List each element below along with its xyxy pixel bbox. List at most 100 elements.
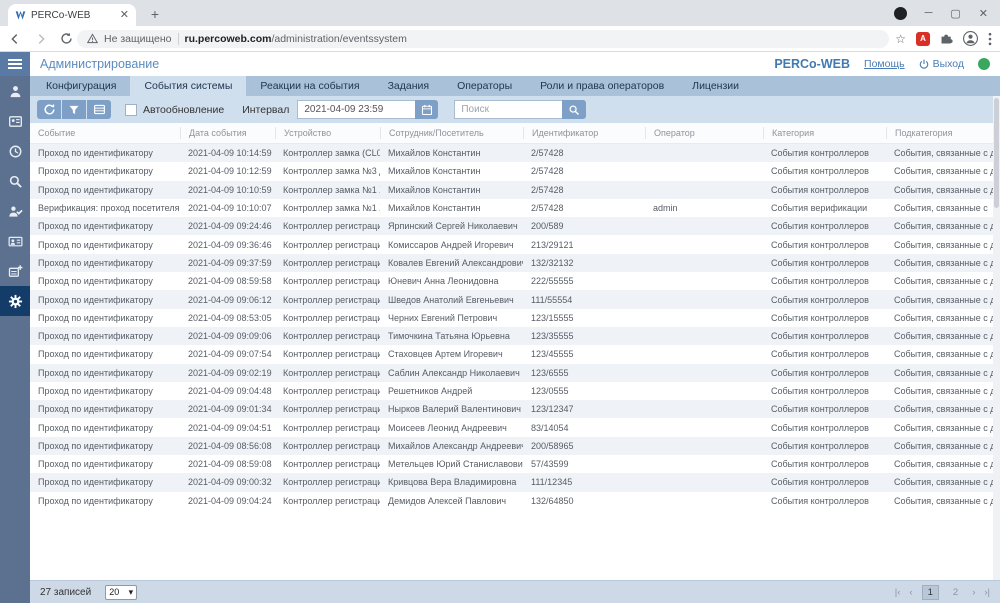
cell-operator: admin [645,203,763,213]
autorefresh-checkbox[interactable] [125,104,137,116]
sidebar-item-pass-order[interactable] [0,256,30,286]
tab-event-reactions[interactable]: Реакции на события [246,76,373,96]
cell-date: 2021-04-09 10:14:59 [180,148,275,158]
sidebar-item-administration[interactable] [0,286,30,316]
tab-system-events[interactable]: События системы [130,76,246,96]
cell-category: События контроллеров [763,404,886,414]
vertical-scrollbar[interactable] [993,96,1000,580]
column-header-event[interactable]: Событие [30,127,180,139]
table-row[interactable]: Проход по идентификатору 2021-04-09 10:1… [30,162,1000,180]
tab-operator-roles[interactable]: Роли и права операторов [526,76,678,96]
table-row[interactable]: Проход по идентификатору 2021-04-09 09:0… [30,327,1000,345]
table-row[interactable]: Проход по идентификатору 2021-04-09 09:0… [30,382,1000,400]
table-row[interactable]: Проход по идентификатору 2021-04-09 09:0… [30,400,1000,418]
address-bar[interactable]: Не защищено ru.percoweb.com/administrati… [77,30,889,48]
page-button-2[interactable]: 2 [948,586,963,599]
new-tab-button[interactable]: + [145,5,165,23]
adobe-extension-icon[interactable]: A [916,32,930,46]
sidebar-item-verification[interactable] [0,196,30,226]
cell-date: 2021-04-09 09:36:46 [180,240,275,250]
sidebar-item-search[interactable] [0,166,30,196]
table-row[interactable]: Проход по идентификатору 2021-04-09 08:5… [30,455,1000,473]
reload-icon[interactable] [60,32,73,45]
table-row[interactable]: Проход по идентификатору 2021-04-09 09:0… [30,345,1000,363]
table-row[interactable]: Проход по идентификатору 2021-04-09 08:5… [30,309,1000,327]
tab-tasks[interactable]: Задания [374,76,444,96]
extensions-puzzle-icon[interactable] [940,32,953,45]
table-row[interactable]: Проход по идентификатору 2021-04-09 09:0… [30,492,1000,510]
sidebar-item-id-card[interactable] [0,106,30,136]
browser-menu-icon[interactable] [988,32,992,46]
tab-close-icon[interactable]: ✕ [120,10,129,21]
sidebar-item-time-tracking[interactable] [0,136,30,166]
columns-button[interactable] [87,100,111,119]
profile-avatar-icon[interactable] [963,31,978,46]
table-row[interactable]: Проход по идентификатору 2021-04-09 10:1… [30,144,1000,162]
tab-operators[interactable]: Операторы [443,76,526,96]
refresh-button[interactable] [37,100,61,119]
scrollbar-thumb[interactable] [994,98,999,208]
cell-device: Контроллер регистрации (ЛИКОН) [275,459,380,469]
column-header-operator[interactable]: Оператор [645,127,763,139]
cell-device: Контроллер регистрации (ЛИКОН) [275,496,380,506]
window-minimize-button[interactable]: ─ [925,7,933,19]
verification-icon [8,204,23,219]
table-row[interactable]: Проход по идентификатору 2021-04-09 08:5… [30,272,1000,290]
bookmark-star-icon[interactable]: ☆ [895,32,906,46]
cell-employee: Михайлов Константин [380,166,523,176]
refresh-icon [43,103,56,116]
cell-date: 2021-04-09 09:06:12 [180,295,275,305]
column-header-category[interactable]: Категория [763,127,886,139]
cell-date: 2021-04-09 10:10:59 [180,185,275,195]
next-page-button[interactable]: › [972,587,975,598]
table-row[interactable]: Проход по идентификатору 2021-04-09 09:3… [30,235,1000,253]
cell-event: Проход по идентификатору [30,185,180,195]
cell-employee: Черних Евгений Петрович [380,313,523,323]
browser-tab[interactable]: PERCo-WEB ✕ [8,4,136,26]
table-row[interactable]: Проход по идентификатору 2021-04-09 09:3… [30,254,1000,272]
window-close-button[interactable]: ✕ [979,7,988,20]
column-header-employee[interactable]: Сотрудник/Посетитель [380,127,523,139]
calendar-button[interactable] [415,100,438,119]
interval-date-input[interactable] [297,100,415,119]
sidebar-item-visitors[interactable] [0,226,30,256]
back-icon[interactable] [8,32,22,46]
menu-toggle-button[interactable] [0,52,30,76]
search-input[interactable] [454,100,562,119]
column-header-identifier[interactable]: Идентификатор [523,127,645,139]
cell-subcategory: События, связанные с доступом по [886,386,1000,396]
column-header-subcategory[interactable]: Подкатегория [886,127,1000,139]
cell-identifier: 132/64850 [523,496,645,506]
tab-licenses[interactable]: Лицензии [678,76,753,96]
sidebar-item-staff[interactable] [0,76,30,106]
prev-page-button[interactable]: ‹ [909,587,912,598]
search-button[interactable] [562,100,586,119]
help-link[interactable]: Помощь [864,58,905,70]
window-maximize-button[interactable]: ▢ [950,7,960,20]
table-row[interactable]: Проход по идентификатору 2021-04-09 09:0… [30,364,1000,382]
online-status-indicator [978,58,990,70]
table-row[interactable]: Проход по идентификатору 2021-04-09 10:1… [30,181,1000,199]
filter-button[interactable] [62,100,86,119]
table-row[interactable]: Верификация: проход посетителя 2021-04-0… [30,199,1000,217]
cell-date: 2021-04-09 08:59:58 [180,276,275,286]
table-icon [93,103,106,116]
cell-date: 2021-04-09 10:10:07 [180,203,275,213]
forward-icon[interactable] [34,32,48,46]
last-page-button[interactable]: ›| [984,587,990,598]
page-button-1[interactable]: 1 [922,585,939,600]
tab-configuration[interactable]: Конфигурация [32,76,130,96]
table-row[interactable]: Проход по идентификатору 2021-04-09 09:2… [30,217,1000,235]
interval-label: Интервал [242,104,289,116]
table-row[interactable]: Проход по идентификатору 2021-04-09 09:0… [30,290,1000,308]
first-page-button[interactable]: |‹ [895,587,901,598]
logout-button[interactable]: Выход [919,58,964,70]
table-row[interactable]: Проход по идентификатору 2021-04-09 08:5… [30,437,1000,455]
column-header-device[interactable]: Устройство [275,127,380,139]
page-size-select[interactable]: 20▾ [105,585,137,600]
table-row[interactable]: Проход по идентификатору 2021-04-09 09:0… [30,418,1000,436]
cell-category: События контроллеров [763,221,886,231]
table-row[interactable]: Проход по идентификатору 2021-04-09 09:0… [30,473,1000,491]
cell-category: События контроллеров [763,313,886,323]
column-header-date[interactable]: Дата события [180,127,275,139]
